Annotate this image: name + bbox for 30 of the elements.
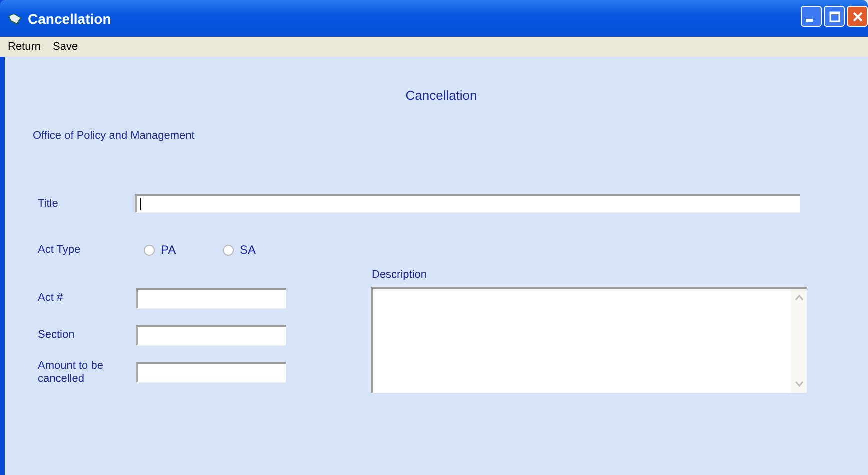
field-label: Description (372, 269, 428, 281)
app-icon (8, 12, 22, 24)
input-field[interactable] (136, 362, 286, 383)
input-field[interactable] (136, 325, 286, 346)
maximize-button[interactable] (824, 6, 845, 27)
menu-item[interactable]: Save (53, 41, 78, 53)
title-field[interactable] (135, 194, 800, 213)
close-icon (852, 10, 864, 22)
field-label: Section (37, 329, 76, 342)
menu-item[interactable]: Return (8, 41, 42, 53)
field-label: Amount to be cancelled (37, 360, 104, 386)
radio-button[interactable] (144, 244, 155, 256)
description-field[interactable] (371, 287, 807, 393)
minimize-button[interactable] (801, 6, 822, 27)
scroll-down-icon[interactable] (794, 379, 804, 389)
radio-option[interactable]: SA (223, 243, 293, 257)
radio-option[interactable]: PA (144, 243, 214, 257)
form-heading: Cancellation (404, 88, 478, 103)
field-label: Act Type (37, 244, 82, 256)
organization-label: Office of Policy and Management (33, 130, 196, 142)
radio-button[interactable] (223, 244, 234, 256)
input-field[interactable] (136, 288, 286, 309)
field-label: Act # (37, 292, 64, 305)
minimize-icon (806, 19, 813, 22)
scroll-up-icon[interactable] (794, 293, 804, 303)
close-button[interactable] (847, 6, 868, 27)
window-title: Cancellation (28, 10, 112, 26)
scrollbar[interactable] (791, 289, 807, 393)
maximize-icon (828, 10, 840, 22)
field-label: Title (37, 198, 60, 210)
